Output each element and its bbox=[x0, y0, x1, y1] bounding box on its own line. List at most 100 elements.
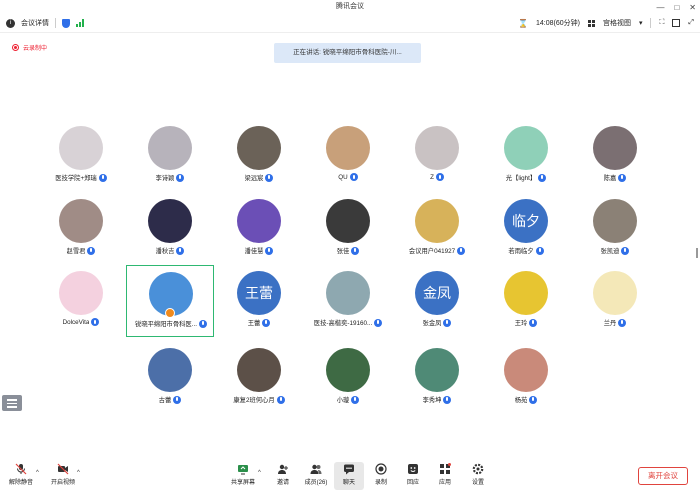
participant-tile[interactable]: 医技-高楷奕-19160... bbox=[304, 265, 392, 337]
chat-label: 聊天 bbox=[342, 480, 355, 486]
chevron-up-icon[interactable]: ^ bbox=[258, 470, 261, 476]
mic-status-icon bbox=[91, 318, 100, 326]
scrollbar[interactable] bbox=[696, 248, 698, 258]
participant-tile[interactable]: 会议用户041927 bbox=[393, 193, 481, 265]
participant-name: 王玲 bbox=[514, 320, 528, 327]
participant-name-row: 锐晓平绵阳市骨科医... bbox=[127, 319, 215, 328]
participant-tile[interactable]: 杨苑 bbox=[482, 342, 570, 414]
participant-tile[interactable]: 张凯迪 bbox=[571, 193, 659, 265]
participant-name-row: 医技-高楷奕-19160... bbox=[304, 318, 392, 327]
mic-status-icon bbox=[618, 318, 627, 327]
mic-status-icon bbox=[351, 246, 360, 255]
grid-view-icon[interactable] bbox=[587, 19, 595, 27]
divider bbox=[650, 18, 652, 28]
share-screen-label: 共享屏幕 bbox=[230, 480, 255, 486]
divider bbox=[55, 18, 56, 28]
participant-name-row: 李诗颖 bbox=[126, 173, 214, 182]
pip-icon[interactable] bbox=[672, 19, 681, 27]
participant-name-row: 杨苑 bbox=[482, 395, 570, 404]
participant-tile[interactable]: 锐晓平绵阳市骨科医... bbox=[126, 265, 214, 337]
participant-name: 潘佳慧 bbox=[244, 248, 264, 255]
participant-tile[interactable]: 小璇 bbox=[304, 342, 392, 414]
participant-name-row: 兰丹 bbox=[571, 318, 659, 327]
participant-name: 锐晓平绵阳市骨科医... bbox=[135, 321, 197, 328]
list-toggle-button[interactable] bbox=[2, 395, 22, 411]
participant-name: 张凯迪 bbox=[600, 248, 620, 255]
participant-tile[interactable]: 兰丹 bbox=[571, 265, 659, 337]
avatar: 临夕 bbox=[504, 199, 548, 243]
settings-button[interactable]: 设置 bbox=[463, 462, 493, 486]
host-badge-icon bbox=[165, 308, 175, 318]
mic-status-icon bbox=[176, 173, 185, 182]
maximize-icon[interactable]: □ bbox=[674, 3, 679, 12]
mic-status-icon bbox=[265, 246, 274, 255]
avatar bbox=[326, 348, 370, 392]
recording-indicator[interactable]: 云录制中 bbox=[12, 43, 47, 52]
apps-button[interactable]: 应用 bbox=[430, 462, 460, 486]
record-icon bbox=[375, 463, 387, 475]
avatar: 金凤 bbox=[415, 271, 459, 315]
expand-icon[interactable]: ⤢ bbox=[688, 19, 694, 27]
participant-name-row: 赵雪君 bbox=[37, 246, 125, 255]
share-screen-button[interactable]: 共享屏幕 bbox=[228, 462, 258, 486]
participant-tile[interactable]: DolceVita bbox=[37, 265, 125, 337]
chat-icon bbox=[343, 463, 355, 475]
participant-tile[interactable]: 王玲 bbox=[482, 265, 570, 337]
participant-name-row: 李秀坤 bbox=[393, 395, 481, 404]
mic-off-icon bbox=[15, 463, 27, 475]
mic-status-icon bbox=[98, 173, 107, 182]
members-icon bbox=[310, 463, 322, 475]
reaction-label: 回应 bbox=[406, 480, 419, 486]
participant-tile[interactable]: 康复2班何心月 bbox=[215, 342, 303, 414]
meeting-info-button[interactable]: 会议详情 bbox=[21, 18, 49, 28]
participant-tile[interactable]: 潘佳慧 bbox=[215, 193, 303, 265]
chevron-up-icon[interactable]: ^ bbox=[77, 470, 80, 476]
signal-icon[interactable] bbox=[76, 19, 84, 27]
participant-tile[interactable]: 临夕 若雨临夕 bbox=[482, 193, 570, 265]
participant-name: 康复2班何心月 bbox=[233, 397, 275, 404]
info-icon[interactable]: i bbox=[6, 18, 15, 28]
participant-name: 潘秋吉 bbox=[155, 248, 175, 255]
unmute-button[interactable]: 解除静音 bbox=[6, 462, 36, 486]
start-video-button[interactable]: 开启视频 bbox=[48, 462, 78, 486]
chevron-up-icon[interactable]: ^ bbox=[36, 470, 39, 476]
participant-tile[interactable]: 赵雪君 bbox=[37, 193, 125, 265]
mic-status-icon bbox=[374, 318, 383, 327]
close-icon[interactable]: ✕ bbox=[689, 3, 696, 12]
participant-tile[interactable]: 王蕾 王蕾 bbox=[215, 265, 303, 337]
members-button[interactable]: 成员(26) bbox=[301, 462, 331, 486]
participant-tile[interactable]: 金凤 张金凤 bbox=[393, 265, 481, 337]
participant-tile[interactable]: 李秀坤 bbox=[393, 342, 481, 414]
participant-tile[interactable]: 梁远宸 bbox=[215, 120, 303, 192]
avatar bbox=[59, 199, 103, 243]
participant-name: DolceVita bbox=[62, 318, 90, 326]
participant-tile[interactable]: 李诗颖 bbox=[126, 120, 214, 192]
mic-status-icon bbox=[621, 246, 630, 255]
participant-tile[interactable]: 张佳 bbox=[304, 193, 392, 265]
participant-tile[interactable]: 陈嘉 bbox=[571, 120, 659, 192]
apps-icon bbox=[439, 463, 451, 475]
fullscreen-icon[interactable]: ⛶ bbox=[659, 19, 664, 27]
participant-tile[interactable]: 古蕾 bbox=[126, 342, 214, 414]
participant-name-row: 小璇 bbox=[304, 395, 392, 404]
mic-status-icon bbox=[457, 246, 466, 255]
participant-name-row: 潘秋吉 bbox=[126, 246, 214, 255]
minimize-icon[interactable]: — bbox=[656, 3, 664, 12]
shield-icon[interactable] bbox=[62, 18, 70, 28]
invite-button[interactable]: 邀请 bbox=[268, 462, 298, 486]
participant-tile[interactable]: 医技学院+郑瑞 bbox=[37, 120, 125, 192]
participant-tile[interactable]: 光【light】 bbox=[482, 120, 570, 192]
avatar: 王蕾 bbox=[237, 271, 281, 315]
reaction-button[interactable]: 回应 bbox=[398, 462, 428, 486]
view-mode-button[interactable]: 宫格视图 bbox=[603, 18, 631, 28]
chevron-down-icon[interactable]: ▾ bbox=[639, 19, 643, 27]
participant-tile[interactable]: QU bbox=[304, 120, 392, 192]
leave-meeting-button[interactable]: 离开会议 bbox=[638, 467, 688, 485]
participant-name-row: Z bbox=[393, 173, 481, 181]
record-button[interactable]: 录制 bbox=[366, 462, 396, 486]
participant-tile[interactable]: 潘秋吉 bbox=[126, 193, 214, 265]
chat-button[interactable]: 聊天 bbox=[334, 462, 364, 490]
participant-tile[interactable]: Z bbox=[393, 120, 481, 192]
mic-status-icon bbox=[535, 246, 544, 255]
participant-name-row: 王玲 bbox=[482, 318, 570, 327]
